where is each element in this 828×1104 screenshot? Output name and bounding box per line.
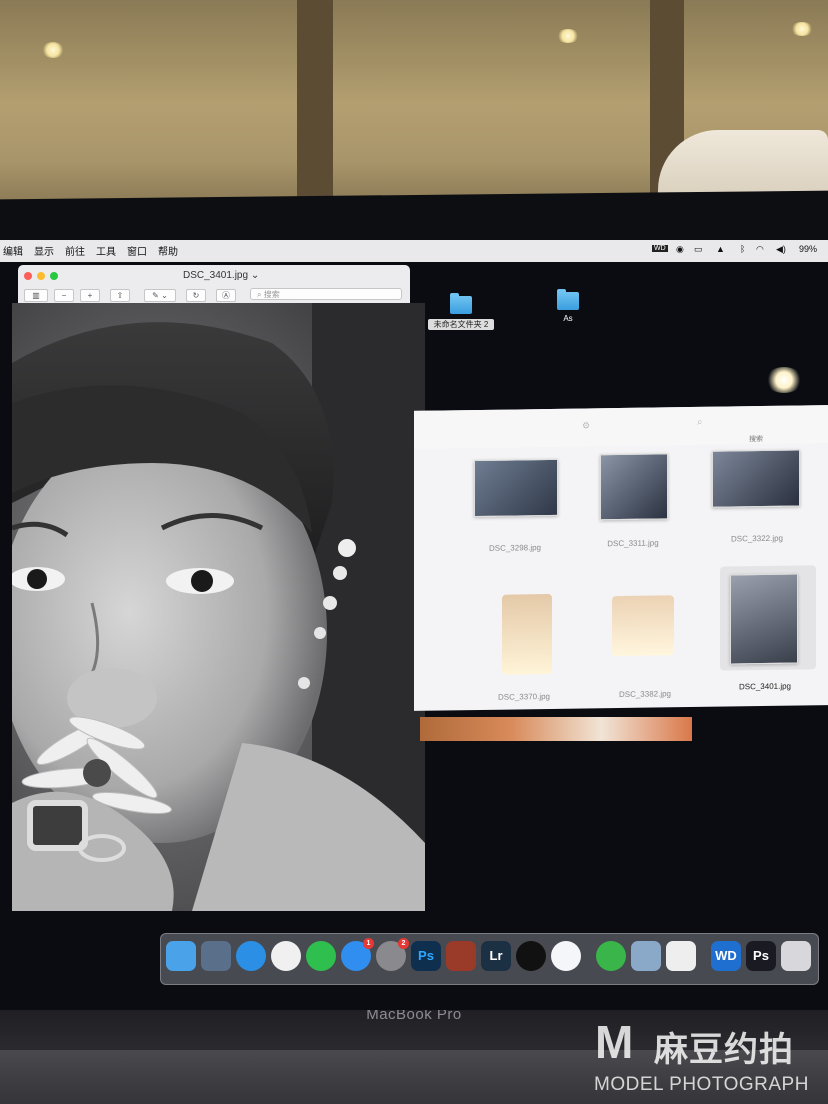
annotate-icon[interactable]: Ⓐ [216,289,236,302]
menu-bar: 编辑 显示 前往 工具 窗口 帮助 WD ◉ ▭ ▲ ᛒ ◠ ◀) 99% [0,240,828,262]
rotate-icon[interactable]: ↻ [186,289,206,302]
watermark-tagline: MODEL PHOTOGRAPH [594,1074,809,1095]
wd-drive-label: WD [715,948,737,963]
share-icon[interactable]: ⇧ [110,289,130,302]
minimized-photoshop-icon[interactable]: Ps [746,941,776,971]
desktop-folder-label[interactable]: 未命名文件夹 2 [428,319,494,330]
menu-tools[interactable]: 工具 [96,243,116,258]
menu-view[interactable]: 显示 [34,243,54,258]
finder-search-placeholder[interactable]: 搜索 [749,434,763,444]
search-icon[interactable]: ⌕ [697,417,703,428]
menu-edit[interactable]: 编辑 [3,243,23,258]
minimized-photoshop-label: Ps [753,948,769,963]
system-preferences-icon[interactable]: 2 [376,938,409,971]
ceiling-light [42,42,64,58]
menu-go[interactable]: 前往 [65,243,85,258]
thumbnail[interactable] [502,593,552,675]
folder-icon[interactable] [557,289,579,310]
file-name[interactable]: DSC_3401.jpg [710,681,820,692]
portrait-image [12,303,425,911]
sidebar-icon[interactable]: ▥ [24,289,48,302]
finder-toolbar: ⚙ ⌕ 搜索 [414,405,828,449]
send-icon[interactable] [596,941,626,971]
desktop-folder-label[interactable]: As [548,314,588,323]
thumbnail[interactable] [712,449,800,508]
preview-window-toolbar: DSC_3401.jpg ⌄ ▥ − + ⇧ ✎ ⌄ ↻ Ⓐ ⌕ 搜索 [18,265,410,303]
display-status-icon[interactable]: ▭ [694,244,703,255]
app-store-icon[interactable]: 1 [341,938,374,971]
safari-icon[interactable] [236,941,266,971]
wall-pillar [297,0,333,210]
screen: 编辑 显示 前往 工具 窗口 帮助 WD ◉ ▭ ▲ ᛒ ◠ ◀) 99% DS… [0,240,828,1010]
launchpad-icon[interactable] [201,941,231,971]
folder-icon[interactable] [450,293,472,314]
ceiling-light [557,29,579,43]
thumbnail[interactable] [612,595,674,657]
preview-search-input[interactable]: ⌕ 搜索 [250,288,402,300]
file-name[interactable]: DSC_3311.jpg [578,538,688,549]
bed-sheet [658,130,828,200]
close-icon[interactable] [24,272,32,280]
thumbnail[interactable] [730,573,798,665]
markup-icon[interactable]: ✎ ⌄ [144,289,176,302]
minimize-icon[interactable] [37,272,45,280]
file-name[interactable]: DSC_3322.jpg [702,533,812,544]
photoshop-label: Ps [418,948,434,963]
qq-icon[interactable] [516,941,546,971]
dock-icons: 1 2 Ps Lr WD Ps [164,933,814,983]
search-placeholder: 搜索 [263,290,280,299]
menu-help[interactable]: 帮助 [158,243,178,258]
file-name[interactable]: DSC_3298.jpg [460,543,570,554]
bluetooth-icon[interactable]: ᛒ [740,244,745,254]
lightroom-icon[interactable]: Lr [481,941,511,971]
notification-badge: 2 [398,938,409,949]
file-name[interactable]: DSC_3382.jpg [590,689,700,700]
search-icon: ⌕ [257,290,264,299]
trash-icon[interactable] [781,941,811,971]
zoom-out-icon[interactable]: − [54,289,74,302]
watermark-brand: 麻豆约拍 [654,1031,794,1069]
window-title[interactable]: DSC_3401.jpg ⌄ [183,270,259,281]
file-name[interactable]: DSC_3370.jpg [469,692,579,703]
photo-booth-icon[interactable] [446,941,476,971]
airplay-icon[interactable]: ▲ [716,244,725,254]
battery-percent[interactable]: 99% [799,244,817,254]
finder-icon[interactable] [166,941,196,971]
background-window-strip [420,717,692,741]
ceiling-light [791,22,813,36]
baidu-netdisk-icon[interactable] [551,941,581,971]
notification-badge: 1 [363,938,374,949]
menu-window[interactable]: 窗口 [127,243,147,258]
gear-icon[interactable]: ⚙ [582,420,590,431]
volume-icon[interactable]: ◀) [776,244,786,255]
zoom-icon[interactable] [50,272,58,280]
thumbnail[interactable] [600,453,668,521]
sync-status-icon[interactable]: ◉ [676,244,684,255]
zoom-in-icon[interactable]: + [80,289,100,302]
preview-icon[interactable] [631,941,661,971]
wifi-icon[interactable]: ◠ [756,244,764,255]
wd-drive-icon[interactable]: WD [711,941,741,971]
lightroom-label: Lr [489,948,503,963]
preview-photo [12,303,425,911]
screen-glare [765,367,803,393]
finder-window: ⚙ ⌕ 搜索 DSC_3298.jpg DSC_3311.jpg DSC_332… [414,405,828,711]
photos-icon[interactable] [271,941,301,971]
watermark-logo: M [595,1016,634,1068]
wd-status-icon[interactable]: WD [652,245,668,252]
wechat-icon[interactable] [306,941,336,971]
thumbnail[interactable] [474,458,558,518]
document-icon[interactable] [666,941,696,971]
photoshop-icon[interactable]: Ps [411,941,441,971]
